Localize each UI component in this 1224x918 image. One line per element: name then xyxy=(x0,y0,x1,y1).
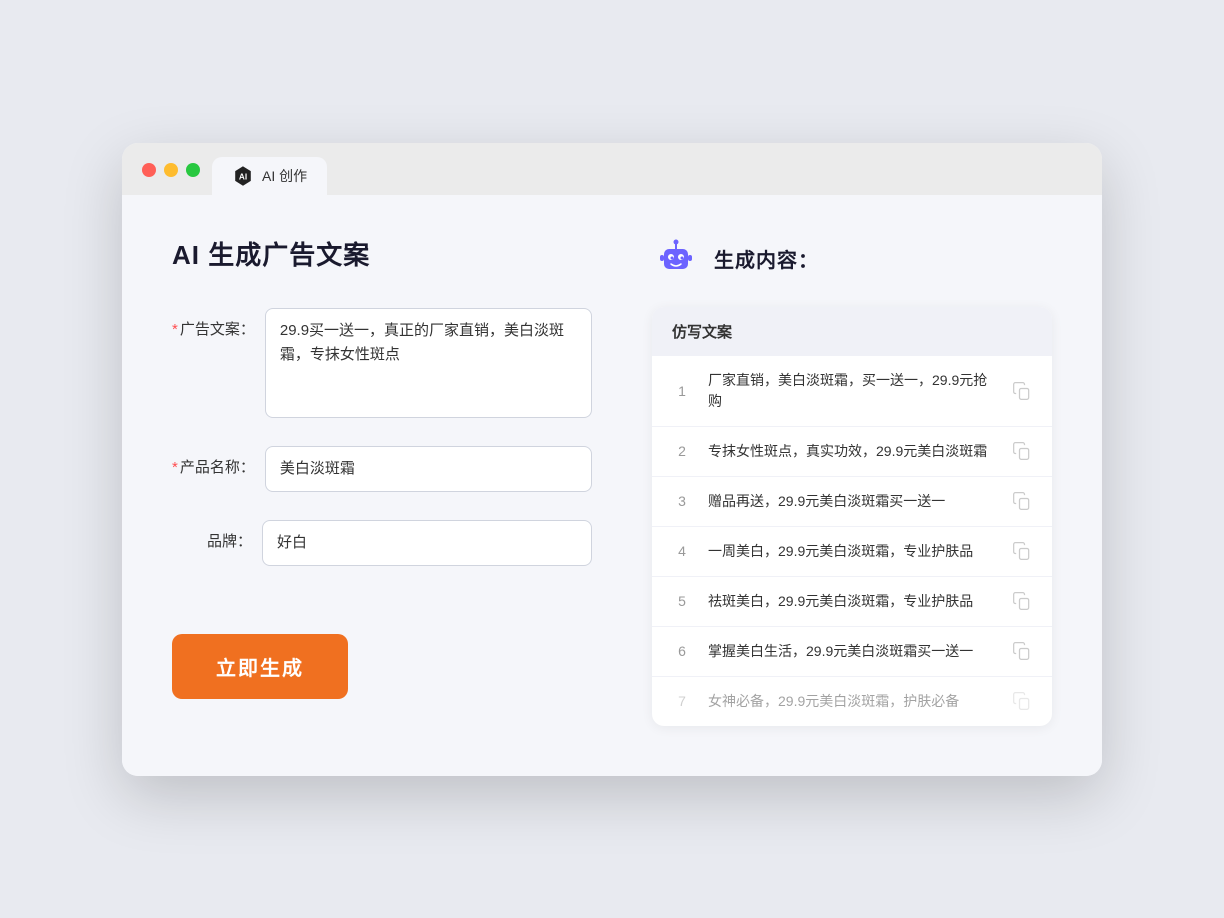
product-name-input[interactable] xyxy=(265,446,592,492)
result-item: 4 一周美白，29.9元美白淡斑霜，专业护肤品 xyxy=(652,527,1052,577)
item-number: 6 xyxy=(672,643,692,659)
right-panel: 生成内容： 仿写文案 1 厂家直销，美白淡斑霜，买一送一，29.9元抢购 2 专抹女… xyxy=(652,235,1052,726)
copy-icon[interactable] xyxy=(1012,491,1032,511)
brand-group: 品牌： xyxy=(172,520,592,566)
copy-icon[interactable] xyxy=(1012,381,1032,401)
item-number: 1 xyxy=(672,383,692,399)
item-text: 赠品再送，29.9元美白淡斑霜买一送一 xyxy=(708,491,996,512)
item-text: 厂家直销，美白淡斑霜，买一送一，29.9元抢购 xyxy=(708,370,996,412)
browser-tab[interactable]: AI AI 创作 xyxy=(212,157,327,195)
brand-label: 品牌： xyxy=(172,520,252,551)
window-controls xyxy=(142,157,200,191)
item-number: 5 xyxy=(672,593,692,609)
result-card: 仿写文案 1 厂家直销，美白淡斑霜，买一送一，29.9元抢购 2 专抹女性斑点，真实… xyxy=(652,307,1052,726)
page-title: AI 生成广告文案 xyxy=(172,235,592,272)
copy-icon[interactable] xyxy=(1012,691,1032,711)
copy-icon[interactable] xyxy=(1012,641,1032,661)
close-button[interactable] xyxy=(142,163,156,177)
copy-icon[interactable] xyxy=(1012,541,1032,561)
ad-copy-label: *广告文案： xyxy=(172,308,255,339)
product-name-group: *产品名称： xyxy=(172,446,592,492)
copy-icon[interactable] xyxy=(1012,591,1032,611)
svg-text:AI: AI xyxy=(239,172,247,181)
item-text: 女神必备，29.9元美白淡斑霜，护肤必备 xyxy=(708,691,996,712)
main-content: AI 生成广告文案 *广告文案： *产品名称： 品牌： 立 xyxy=(122,195,1102,776)
ad-copy-input[interactable] xyxy=(265,308,592,418)
left-panel: AI 生成广告文案 *广告文案： *产品名称： 品牌： 立 xyxy=(172,235,592,726)
product-name-label: *产品名称： xyxy=(172,446,255,477)
ad-required-star: * xyxy=(172,321,178,338)
product-required-star: * xyxy=(172,459,178,476)
ad-copy-group: *广告文案： xyxy=(172,308,592,418)
result-title: 生成内容： xyxy=(714,244,819,273)
tab-label: AI 创作 xyxy=(262,166,307,186)
result-table-header: 仿写文案 xyxy=(652,307,1052,356)
maximize-button[interactable] xyxy=(186,163,200,177)
item-text: 祛斑美白，29.9元美白淡斑霜，专业护肤品 xyxy=(708,591,996,612)
result-item: 6 掌握美白生活，29.9元美白淡斑霜买一送一 xyxy=(652,627,1052,677)
copy-icon[interactable] xyxy=(1012,441,1032,461)
generate-button[interactable]: 立即生成 xyxy=(172,634,348,699)
result-item: 3 赠品再送，29.9元美白淡斑霜买一送一 xyxy=(652,477,1052,527)
ai-tab-icon: AI xyxy=(232,165,254,187)
browser-window: AI AI 创作 AI 生成广告文案 *广告文案： *产品名称： xyxy=(122,143,1102,776)
minimize-button[interactable] xyxy=(164,163,178,177)
item-text: 掌握美白生活，29.9元美白淡斑霜买一送一 xyxy=(708,641,996,662)
brand-input[interactable] xyxy=(262,520,592,566)
item-number: 4 xyxy=(672,543,692,559)
item-text: 一周美白，29.9元美白淡斑霜，专业护肤品 xyxy=(708,541,996,562)
robot-icon xyxy=(652,235,700,283)
titlebar: AI AI 创作 xyxy=(122,143,1102,195)
item-number: 3 xyxy=(672,493,692,509)
result-item: 7 女神必备，29.9元美白淡斑霜，护肤必备 xyxy=(652,677,1052,726)
result-item: 5 祛斑美白，29.9元美白淡斑霜，专业护肤品 xyxy=(652,577,1052,627)
item-number: 7 xyxy=(672,693,692,709)
result-item: 1 厂家直销，美白淡斑霜，买一送一，29.9元抢购 xyxy=(652,356,1052,427)
result-list: 1 厂家直销，美白淡斑霜，买一送一，29.9元抢购 2 专抹女性斑点，真实功效，29… xyxy=(652,356,1052,726)
item-number: 2 xyxy=(672,443,692,459)
result-header: 生成内容： xyxy=(652,235,1052,283)
item-text: 专抹女性斑点，真实功效，29.9元美白淡斑霜 xyxy=(708,441,996,462)
result-item: 2 专抹女性斑点，真实功效，29.9元美白淡斑霜 xyxy=(652,427,1052,477)
